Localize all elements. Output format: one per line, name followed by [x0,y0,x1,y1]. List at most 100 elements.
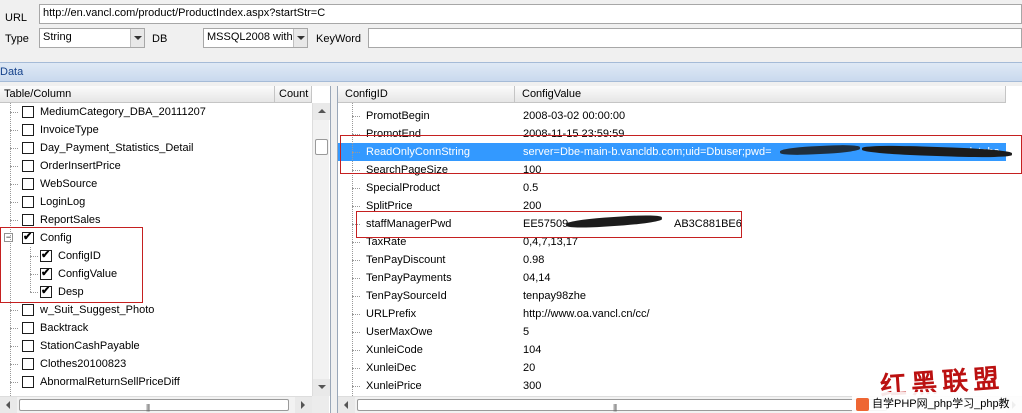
db-label: DB [152,33,168,45]
tree-connector [10,346,18,347]
db-select[interactable]: MSSQL2008 with E [203,28,308,48]
column-header-configid[interactable]: ConfigID [338,86,515,103]
tree-connector [352,260,360,261]
tree-table-item[interactable]: LoginLog [0,193,312,211]
column-header-configvalue[interactable]: ConfigValue [515,86,1006,103]
tree-connector [10,310,18,311]
tree-item-label: WebSource [40,178,98,190]
tree-item-label: OrderInsertPrice [40,160,121,172]
watermark-caption: 自学PHP网_php学习_php教 [852,392,1022,413]
tree-item-label: Clothes20100823 [40,358,127,370]
scroll-down-icon[interactable] [313,379,330,396]
tree-connector [10,112,18,113]
tree-item-label: LoginLog [40,196,86,208]
tree-horizontal-scrollbar[interactable]: ||| [0,396,312,413]
config-value-cell: 104 [523,344,542,356]
tree-table-item[interactable]: w_Suit_Suggest_Photo [0,301,312,319]
keyword-label: KeyWord [316,33,362,45]
config-id-cell: TenPaySourceId [366,290,447,302]
highlight-staff-pwd [356,211,742,238]
tree-connector [10,382,18,383]
config-id-cell: XunleiDec [366,362,417,374]
checkbox-icon[interactable] [22,376,34,388]
grid-row[interactable]: PromotBegin 2008-03-02 00:00:00 [338,107,1006,125]
tree-item-label: MediumCategory_DBA_20111207 [40,106,206,118]
scroll-corner [312,396,329,413]
config-id-cell: URLPrefix [366,308,417,320]
scroll-left-icon[interactable] [0,397,17,413]
grid-row[interactable]: XunleiCode 104 [338,341,1006,359]
config-value-cell: 5 [523,326,530,338]
tree-item-label: AbnormalReturnSellPriceDiff [40,376,180,388]
tree-vertical-scrollbar[interactable] [312,103,330,396]
tree-table-item[interactable]: Day_Payment_Statistics_Detail [0,139,312,157]
config-id-cell: XunleiCode [366,344,423,356]
grip-icon: ||| [146,403,150,412]
url-label: URL [5,12,28,24]
scroll-thumb[interactable]: ||| [19,399,289,412]
checkbox-icon[interactable] [22,106,34,118]
grid-row[interactable]: SpecialProduct 0.5 [338,179,1006,197]
checkbox-icon[interactable] [22,160,34,172]
config-value-cell: 0.98 [523,254,545,266]
data-panel-title: Data [0,66,24,78]
keyword-input[interactable] [368,28,1022,48]
grid-row[interactable]: TenPayPayments 04,14 [338,269,1006,287]
tree-connector [10,166,18,167]
tree-connector [352,116,360,117]
config-value-cell: tenpay98zhe [523,290,586,302]
grid-row[interactable]: TenPaySourceId tenpay98zhe [338,287,1006,305]
tree-connector [352,314,360,315]
tree-item-label: Backtrack [40,322,89,334]
grid-row[interactable]: UserMaxOwe 5 [338,323,1006,341]
column-header-table[interactable]: Table/Column [0,86,275,103]
tree-table-item[interactable]: Backtrack [0,319,312,337]
tree-table-item[interactable]: OrderInsertPrice [0,157,312,175]
checkbox-icon[interactable] [22,196,34,208]
tree-table-item[interactable]: Clothes20100823 [0,355,312,373]
tree-connector [10,220,18,221]
url-input[interactable]: http://en.vancl.com/product/ProductIndex… [39,4,1022,24]
tree-table-item[interactable]: StationCashPayable [0,337,312,355]
tree-table-item[interactable]: WebSource [0,175,312,193]
checkbox-icon[interactable] [22,178,34,190]
checkbox-icon[interactable] [22,340,34,352]
db-select-value: MSSQL2008 with E [207,31,303,43]
config-value-cell: 0.5 [523,182,539,194]
scroll-thumb[interactable]: ||| [357,399,887,412]
config-id-cell: PromotBegin [366,110,430,122]
tree-item-label: w_Suit_Suggest_Photo [40,304,155,316]
checkbox-icon[interactable] [22,214,34,226]
tree-table-item[interactable]: AbnormalReturnSellPriceDiff [0,373,312,391]
checkbox-icon[interactable] [22,358,34,370]
scroll-right-icon[interactable] [295,397,312,413]
scroll-left-icon[interactable] [338,397,355,413]
scroll-thumb[interactable] [315,139,328,155]
grid-row[interactable]: URLPrefix http://www.oa.vancl.cn/cc/ [338,305,1006,323]
chevron-down-icon[interactable] [130,29,144,47]
tree-connector [10,364,18,365]
highlight-config-table [0,227,143,303]
tree-connector [352,332,360,333]
column-header-count[interactable]: Count [275,86,312,103]
tree-table-item[interactable]: InvoiceType [0,121,312,139]
tree-connector [352,188,360,189]
checkbox-icon[interactable] [22,304,34,316]
chevron-down-icon[interactable] [293,29,307,47]
tree-connector [352,386,360,387]
grid-row[interactable]: TenPayDiscount 0.98 [338,251,1006,269]
tree-table-item[interactable]: MediumCategory_DBA_20111207 [0,103,312,121]
checkbox-icon[interactable] [22,124,34,136]
data-panel-header: Data [0,62,1022,82]
config-value-cell: 04,14 [523,272,551,284]
tree-connector [352,242,360,243]
type-select[interactable]: String [39,28,145,48]
config-value-cell: 20 [523,362,536,374]
checkbox-icon[interactable] [22,322,34,334]
config-id-cell: UserMaxOwe [366,326,433,338]
tree-connector [10,148,18,149]
checkbox-icon[interactable] [22,142,34,154]
site-logo-icon [856,397,869,411]
scroll-up-icon[interactable] [313,103,330,120]
config-id-cell: SpecialProduct [366,182,440,194]
